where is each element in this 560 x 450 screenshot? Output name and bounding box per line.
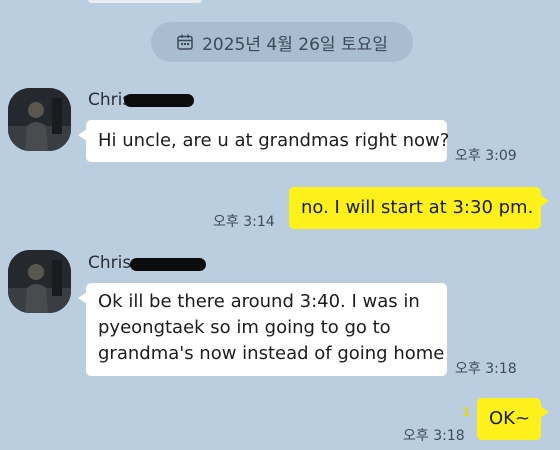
redaction-mark [124,94,194,107]
bubble-tail [540,195,549,207]
message-time: 오후 3:18 [455,361,517,377]
calendar-icon [176,33,194,51]
sender-avatar[interactable] [8,250,71,313]
unread-count: 1 [462,405,471,419]
sender-name: Chris [88,253,132,273]
message-text-line: grandma's now instead of going home [98,343,445,364]
message-text: Hi uncle, are u at grandmas right now? [98,130,450,151]
date-text: 2025년 4월 26일 토요일 [202,34,388,55]
message-bubble-outgoing[interactable]: OK~ [477,398,541,440]
message-text: OK~ [489,408,531,429]
redaction-mark [130,258,206,271]
date-divider: 2025년 4월 26일 토요일 [151,22,413,62]
bubble-tail [540,406,549,418]
message-text-line: pyeongtaek so im going to go to [98,317,391,338]
message-bubble-incoming[interactable]: Hi uncle, are u at grandmas right now? [86,120,450,162]
message-time: 오후 3:09 [455,148,517,164]
previous-message-edge [88,0,202,3]
message-bubble-incoming[interactable]: Ok ill be there around 3:40. I was in py… [86,283,447,376]
message-text: no. I will start at 3:30 pm. [301,197,534,218]
message-bubble-outgoing[interactable]: no. I will start at 3:30 pm. [289,187,541,229]
message-time: 오후 3:18 [403,428,465,444]
message-text-line: Ok ill be there around 3:40. I was in [98,291,420,312]
sender-avatar[interactable] [8,88,71,151]
message-time: 오후 3:14 [213,214,275,230]
